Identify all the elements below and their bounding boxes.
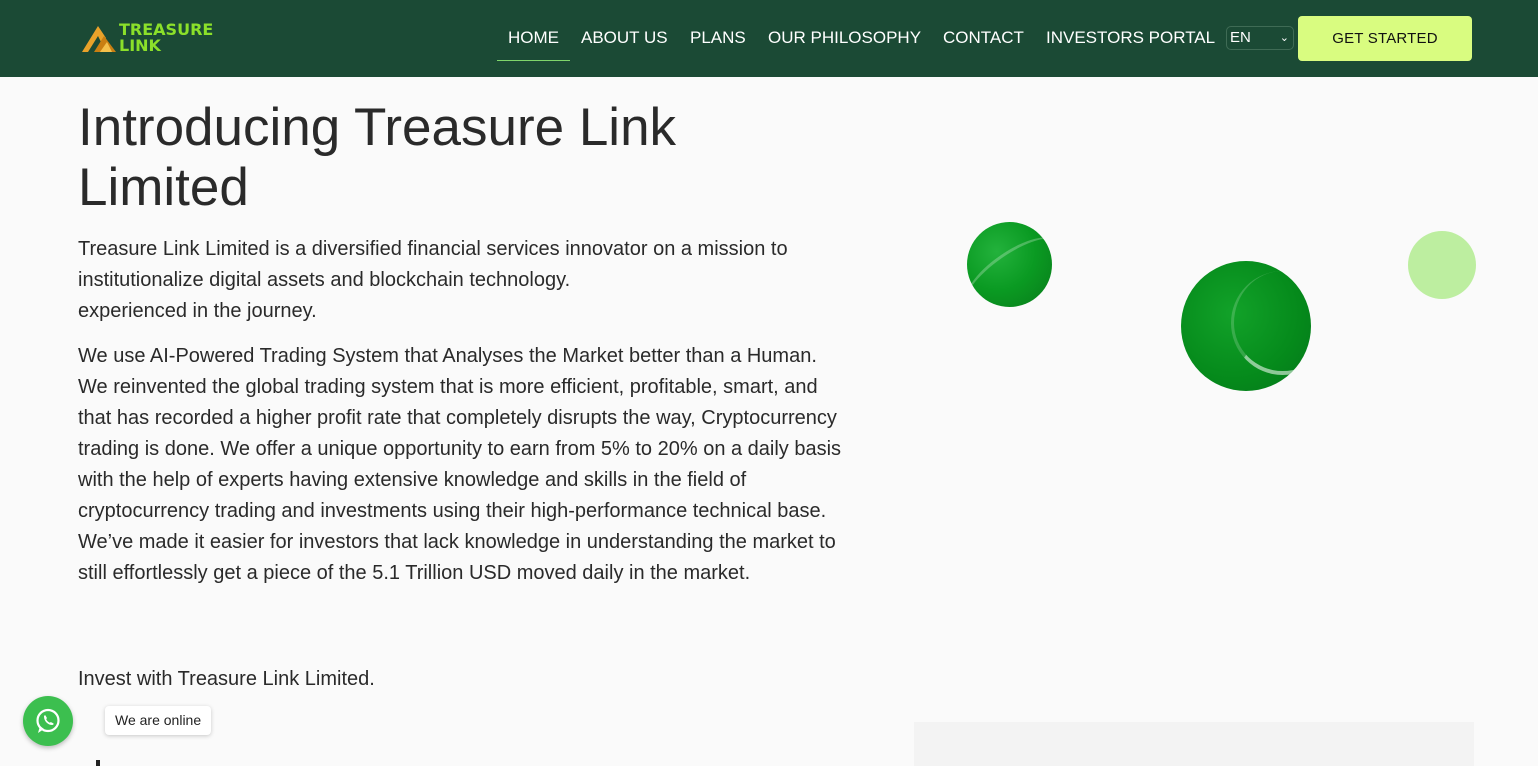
logo-wordmark: TREASURE LINK bbox=[119, 22, 213, 54]
chevron-down-icon: ⌄ bbox=[1279, 32, 1289, 44]
logo-mark-icon bbox=[82, 26, 116, 52]
top-navbar: TREASURE LINK HOME ABOUT US PLANS OUR PH… bbox=[0, 0, 1538, 77]
intro-text: Treasure Link Limited is a diversified f… bbox=[78, 238, 788, 291]
nav-item-our-philosophy[interactable]: OUR PHILOSOPHY bbox=[768, 28, 921, 48]
whatsapp-chat-button[interactable] bbox=[23, 696, 73, 746]
nav-item-about-us[interactable]: ABOUT US bbox=[581, 28, 668, 48]
image-panel bbox=[914, 722, 1474, 766]
active-nav-indicator bbox=[497, 60, 570, 61]
language-value: EN bbox=[1230, 29, 1251, 46]
logo-line-2: LINK bbox=[119, 36, 161, 55]
page-title: Introducing Treasure Link Limited bbox=[78, 98, 677, 217]
body-paragraph: We use AI-Powered Trading System that An… bbox=[78, 341, 848, 589]
nav-item-contact[interactable]: CONTACT bbox=[943, 28, 1024, 48]
nav-item-plans[interactable]: PLANS bbox=[690, 28, 746, 48]
body-text: We use AI-Powered Trading System that An… bbox=[78, 345, 842, 522]
intro-paragraph: Treasure Link Limited is a diversified f… bbox=[78, 234, 848, 327]
chat-status-badge: We are online bbox=[105, 706, 212, 735]
nav-item-investors-portal[interactable]: INVESTORS PORTAL bbox=[1046, 28, 1215, 48]
decorative-circle-large bbox=[1181, 261, 1311, 391]
brand-logo[interactable]: TREASURE LINK bbox=[80, 20, 215, 56]
language-select[interactable]: EN ⌄ bbox=[1226, 26, 1294, 50]
body-extra-text: We’ve made it easier for investors that … bbox=[78, 531, 836, 584]
intro-extra-text: experienced in the journey. bbox=[78, 300, 317, 322]
closing-paragraph: Invest with Treasure Link Limited. bbox=[78, 668, 375, 690]
decorative-circle-small bbox=[967, 222, 1052, 307]
whatsapp-icon bbox=[36, 708, 60, 733]
nav-item-home[interactable]: HOME bbox=[508, 28, 559, 48]
get-started-button[interactable]: GET STARTED bbox=[1298, 16, 1472, 61]
next-section-heading bbox=[96, 760, 100, 766]
decorative-circle-light bbox=[1408, 231, 1476, 299]
